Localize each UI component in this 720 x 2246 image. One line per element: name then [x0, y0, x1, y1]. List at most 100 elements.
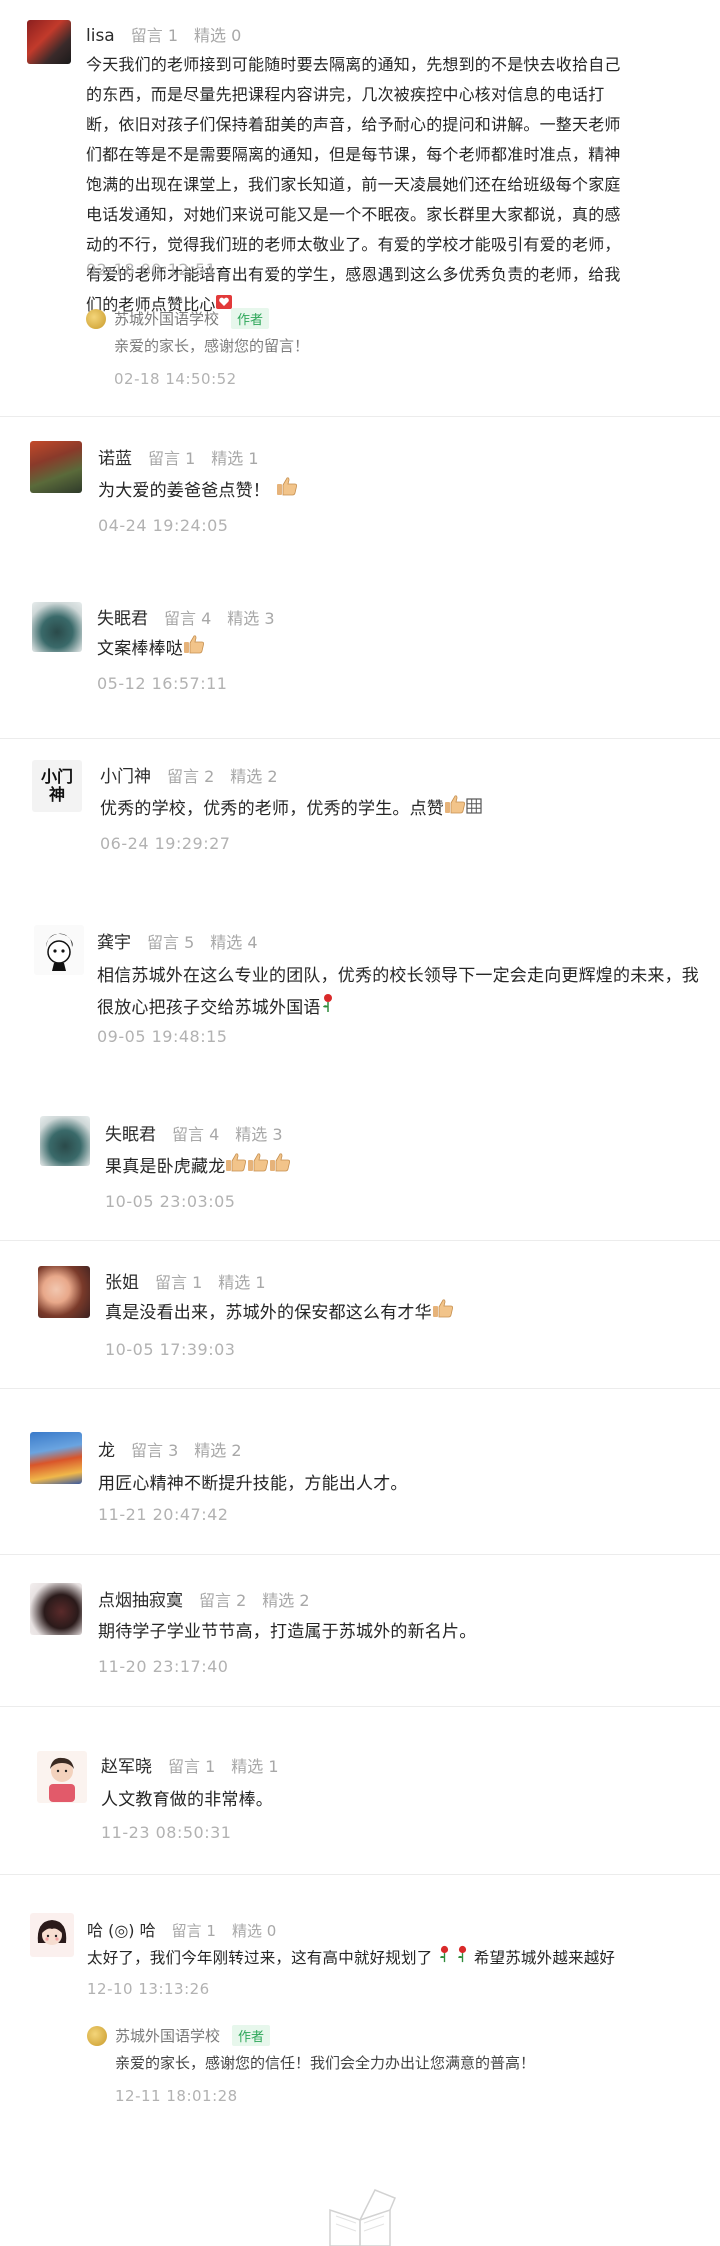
comment-count: 留言 2: [199, 1591, 247, 1610]
avatar[interactable]: [30, 1583, 82, 1635]
featured-count: 精选 2: [230, 767, 278, 786]
commenter-name[interactable]: 失眠君: [97, 604, 148, 629]
comment-text: 果真是卧虎藏龙: [105, 1152, 291, 1184]
child-photo-icon: [49, 1757, 75, 1802]
comment-text: 今天我们的老师接到可能随时要去隔离的通知，先想到的不是快去收拾自己的东西，而是尽…: [86, 50, 626, 320]
commenter-name[interactable]: 龚宇: [97, 928, 131, 953]
avatar[interactable]: [34, 925, 84, 975]
featured-count: 精选 1: [211, 449, 259, 468]
comment-count: 留言 4: [172, 1125, 220, 1144]
reply-author[interactable]: 苏城外国语学校: [115, 2025, 220, 2046]
comment-text: 人文教育做的非常棒。: [101, 1790, 273, 1810]
thumbs-up-icon: [432, 1298, 454, 1330]
thumbs-up-icon: [444, 794, 466, 826]
avatar[interactable]: [30, 1432, 82, 1484]
avatar[interactable]: [27, 20, 71, 64]
school-logo-icon: [87, 2025, 107, 2046]
rose-icon: [456, 1943, 469, 1975]
featured-count: 精选 0: [194, 26, 242, 45]
comment-count: 留言 3: [131, 1441, 179, 1460]
divider: [0, 1388, 720, 1389]
divider: [0, 738, 720, 739]
commenter-name[interactable]: 龙: [98, 1436, 115, 1461]
commenter-name[interactable]: 失眠君: [105, 1120, 156, 1145]
featured-count: 精选 1: [218, 1273, 266, 1292]
comment-time: 11-20 23:17:40: [98, 1657, 229, 1676]
comment-count: 留言 5: [147, 933, 195, 952]
thumbs-up-icon: [225, 1152, 247, 1184]
comment-count: 留言 1: [168, 1757, 216, 1776]
author-reply: 苏城外国语学校 作者 亲爱的家长，感谢您的信任！我们会全力办出让您满意的普高！ …: [87, 2025, 535, 2105]
reply-time: 12-11 18:01:28: [115, 2087, 238, 2105]
comment-text: 文案棒棒哒: [97, 634, 205, 666]
comment-time: 06-24 19:29:27: [100, 834, 231, 853]
comment-count: 留言 2: [167, 767, 215, 786]
commenter-name[interactable]: lisa: [86, 26, 115, 46]
divider: [0, 1874, 720, 1875]
cartoon-girl-icon: [37, 1920, 67, 1945]
comment-count: 留言 1: [155, 1273, 203, 1292]
avatar[interactable]: [37, 1751, 87, 1803]
commenter-name[interactable]: 赵军晓: [101, 1752, 152, 1777]
commenter-name[interactable]: 哈 (◎) 哈: [87, 1917, 156, 1941]
comment-time: 10-05 17:39:03: [105, 1340, 236, 1359]
comment-time: 10-05 23:03:05: [105, 1192, 236, 1211]
cartoon-face-icon: [46, 933, 73, 971]
comment-time: 02-18 00:12:51: [86, 260, 217, 279]
author-reply: 苏城外国语学校 作者 亲爱的家长，感谢您的留言！ 02-18 14:50:52: [86, 308, 309, 388]
comment-text: 用匠心精神不断提升技能，方能出人才。: [98, 1474, 408, 1494]
comment-text: 相信苏城外在这么专业的团队，优秀的校长领导下一定会走向更辉煌的未来，我很放心把孩…: [97, 961, 715, 1024]
reply-text: 亲爱的家长，感谢您的信任！我们会全力办出让您满意的普高！: [115, 2054, 536, 2072]
comment-text: 期待学子学业节节高，打造属于苏城外的新名片。: [98, 1622, 477, 1642]
avatar[interactable]: [30, 441, 82, 493]
featured-count: 精选 3: [235, 1125, 283, 1144]
comment-time: 11-23 08:50:31: [101, 1823, 232, 1842]
author-badge: 作者: [231, 308, 270, 329]
comment-text: 太好了，我们今年刚转过来，这有高中就好规划了 希望苏城外越来越好: [87, 1943, 615, 1975]
comment-count: 留言 1: [148, 449, 196, 468]
thumbs-up-icon: [276, 476, 298, 508]
divider: [0, 1706, 720, 1707]
featured-count: 精选 1: [231, 1757, 279, 1776]
comment-time: 05-12 16:57:11: [97, 674, 228, 693]
commenter-name[interactable]: 张姐: [105, 1268, 139, 1293]
reply-time: 02-18 14:50:52: [114, 370, 237, 388]
avatar[interactable]: [32, 602, 82, 652]
comment-count: 留言 1: [171, 1922, 216, 1940]
avatar[interactable]: [30, 1913, 74, 1957]
comment-time: 04-24 19:24:05: [98, 516, 229, 535]
divider: [0, 1240, 720, 1241]
thumbs-up-icon: [183, 634, 205, 666]
comment-text: 为大爱的姜爸爸点赞！: [98, 476, 298, 508]
comment-count: 留言 1: [130, 26, 179, 45]
thumbs-up-icon: [269, 1152, 291, 1184]
avatar[interactable]: 小门神: [32, 760, 82, 812]
divider: [0, 1554, 720, 1555]
author-badge: 作者: [232, 2025, 271, 2046]
comment-time: 11-21 20:47:42: [98, 1505, 229, 1524]
avatar[interactable]: [38, 1266, 90, 1318]
calligraphy-logo-icon: 小门神: [40, 767, 73, 804]
comment-text: 优秀的学校，优秀的老师，优秀的学生。点赞: [100, 794, 482, 826]
commenter-name[interactable]: 小门神: [100, 762, 151, 787]
featured-count: 精选 3: [227, 609, 275, 628]
avatar[interactable]: [40, 1116, 90, 1166]
commenter-name[interactable]: 诺蓝: [98, 444, 132, 469]
featured-count: 精选 2: [262, 1591, 310, 1610]
featured-count: 精选 0: [231, 1922, 277, 1940]
featured-count: 精选 4: [210, 933, 258, 952]
comment-text: 真是没看出来，苏城外的保安都这么有才华: [105, 1298, 454, 1330]
comment-time: 09-05 19:48:15: [97, 1027, 228, 1046]
commenter-name[interactable]: 点烟抽寂寞: [98, 1586, 183, 1611]
reply-author[interactable]: 苏城外国语学校: [114, 308, 219, 329]
comment-time: 12-10 13:13:26: [87, 1980, 210, 1998]
featured-count: 精选 2: [194, 1441, 242, 1460]
school-logo-icon: [86, 308, 106, 329]
divider: [0, 416, 720, 417]
thumbs-up-icon: [247, 1152, 269, 1184]
grid-sticker-icon: [466, 794, 482, 826]
reply-text: 亲爱的家长，感谢您的留言！: [114, 337, 310, 355]
end-of-list-book-icon: [300, 2180, 420, 2246]
rose-icon: [438, 1943, 451, 1975]
comment-count: 留言 4: [164, 609, 212, 628]
